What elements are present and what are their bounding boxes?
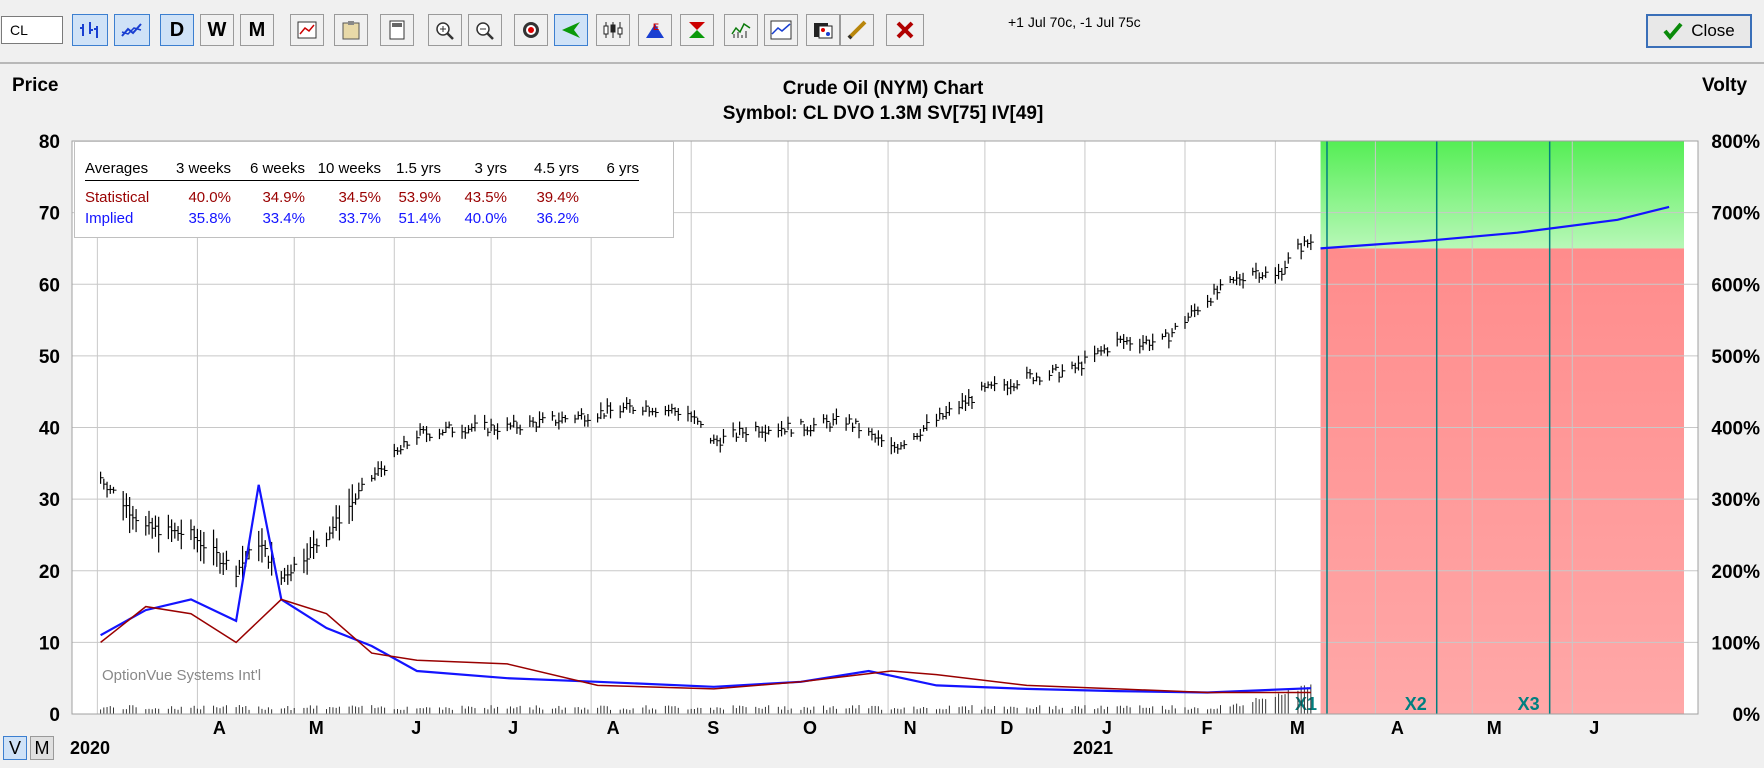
watermark-text: OptionVue Systems Int'l [102,667,261,684]
implied-value: 33.7% [338,210,381,227]
price-tick-label: 70 [39,204,60,225]
price-tick-label: 50 [39,347,60,368]
statistical-value: 34.5% [338,189,381,206]
volty-tick-label: 300% [1711,490,1760,511]
implied-value: 35.8% [188,210,231,227]
month-tick-label: A [213,718,226,738]
price-tick-label: 20 [39,562,60,583]
price-tick-label: 30 [39,490,60,511]
volty-tick-label: 400% [1711,419,1760,440]
month-tick-label: A [607,718,620,738]
month-tick-label: M [1487,718,1502,738]
averages-header: Averages [85,156,165,181]
volume-toggle-button[interactable]: V [3,736,27,760]
month-tick-label: F [1201,718,1212,738]
statistical-value: 39.4% [536,189,579,206]
month-tick-label: A [1391,718,1404,738]
period-header: 6 weeks [231,156,305,181]
period-header: 10 weeks [305,156,381,181]
implied-label: Implied [85,210,134,227]
price-tick-label: 80 [39,132,60,153]
volty-tick-label: 600% [1711,275,1760,296]
period-header: 3 weeks [165,156,231,181]
statistical-value [579,181,639,209]
implied-value: 40.0% [464,210,507,227]
implied-value: 33.4% [262,210,305,227]
price-tick-label: 0 [49,705,60,726]
month-tick-label: M [309,718,324,738]
expiry-label: X3 [1518,694,1540,714]
statistical-label: Statistical [85,189,150,206]
period-header: 3 yrs [441,156,507,181]
month-tick-label: J [411,718,421,738]
month-tick-label: S [707,718,719,738]
volty-tick-label: 200% [1711,562,1760,583]
volty-tick-label: 700% [1711,204,1760,225]
implied-value: 36.2% [536,210,579,227]
averages-table: Averages 3 weeks 6 weeks 10 weeks 1.5 yr… [74,141,674,238]
price-tick-label: 40 [39,419,60,440]
price-tick-label: 10 [39,633,60,654]
price-volatility-chart[interactable]: 010203040506070800%100%200%300%400%500%6… [0,0,1764,768]
year-tick-label: 2020 [70,738,110,758]
month-tick-label: O [803,718,817,738]
month-tick-label: D [1000,718,1013,738]
month-tick-label: J [508,718,518,738]
statistical-value: 53.9% [398,189,441,206]
period-header: 6 yrs [579,156,639,181]
implied-value: 51.4% [398,210,441,227]
price-tick-label: 60 [39,275,60,296]
volty-tick-label: 0% [1733,705,1761,726]
period-header: 4.5 yrs [507,156,579,181]
year-tick-label: 2021 [1073,738,1113,758]
statistical-value: 40.0% [188,189,231,206]
volty-tick-label: 800% [1711,132,1760,153]
period-header: 1.5 yrs [381,156,441,181]
month-tick-label: N [904,718,917,738]
expiry-label: X2 [1405,694,1427,714]
volty-tick-label: 100% [1711,633,1760,654]
month-tick-label: M [1290,718,1305,738]
margin-toggle-button[interactable]: M [30,736,54,760]
month-tick-label: J [1102,718,1112,738]
month-tick-label: J [1589,718,1599,738]
volty-tick-label: 500% [1711,347,1760,368]
implied-value [579,208,639,229]
statistical-value: 34.9% [262,189,305,206]
statistical-value: 43.5% [464,189,507,206]
